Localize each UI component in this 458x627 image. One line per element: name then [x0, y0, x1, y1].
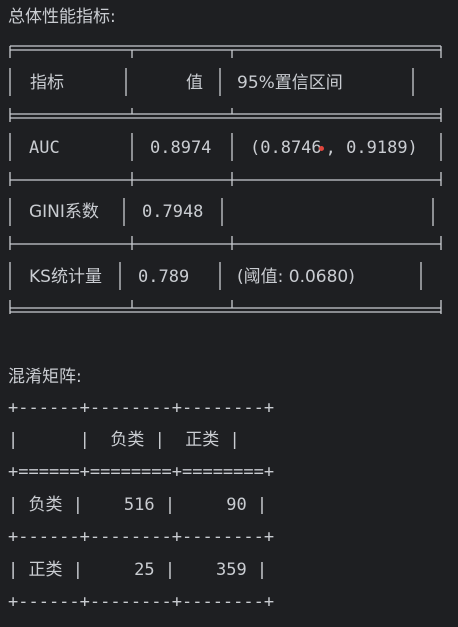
header-value: 值	[186, 73, 203, 93]
confusion-border-bottom: +------+--------+--------+	[8, 592, 275, 612]
confusion-row-negative: | 负类 | 516 | 90 |	[8, 495, 268, 515]
row-ks-value: 0.789	[138, 267, 190, 287]
row-gini-value: 0.7948	[142, 202, 204, 222]
confusion-heading: 混淆矩阵:	[8, 367, 82, 387]
confusion-border-double: +======+========+========+	[8, 462, 275, 482]
row-auc-ci-close: 0.9189)	[335, 138, 418, 158]
header-ci: 95%置信区间	[237, 73, 343, 93]
row-ks-ci: (阈值: 0.0680)	[237, 267, 355, 287]
row-auc-ci-open: (0.8746	[250, 138, 322, 158]
confusion-border-top: +------+--------+--------+	[8, 398, 275, 418]
confusion-border-mid: +------+--------+--------+	[8, 527, 275, 547]
row-gini-metric: GINI系数	[29, 202, 99, 222]
header-metric: 指标	[30, 73, 64, 93]
cursor-dot-icon	[318, 145, 324, 151]
confusion-header-row: | | 负类 | 正类 |	[8, 430, 240, 450]
row-ks-metric: KS统计量	[29, 267, 102, 287]
confusion-row-positive: | 正类 | 25 | 359 |	[8, 560, 268, 580]
row-auc-ci-sep: ,	[325, 138, 336, 158]
row-auc-ci: (0.8746, 0.9189)	[250, 137, 418, 159]
row-auc-metric: AUC	[29, 138, 60, 158]
row-auc-value: 0.8974	[150, 138, 212, 158]
